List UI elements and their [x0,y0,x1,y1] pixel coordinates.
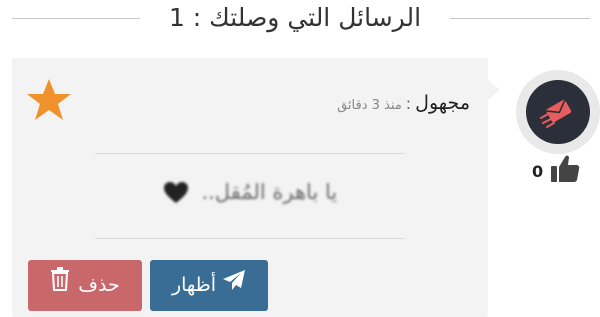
trash-icon [50,260,70,311]
thumbs-up-icon[interactable] [548,152,582,186]
message-divider-top [95,153,405,154]
page-title: الرسائل التي وصلتك : 1 [168,3,422,32]
avatar [516,70,600,154]
star-icon[interactable] [25,77,73,123]
message-body: يا باهرة المُقل.. [95,180,405,204]
message-divider-bottom [95,238,405,239]
paper-plane-icon [222,260,246,311]
avatar-circle [526,80,590,144]
heart-icon [163,182,188,203]
message-text: يا باهرة المُقل.. [201,180,338,204]
flying-envelope-icon [540,99,572,128]
meta-separator: : [405,94,412,113]
delete-button-label: حذف [78,274,120,296]
show-button[interactable]: أظهار [150,260,268,311]
sender-name: مجهول [415,92,470,114]
likes-count: 0 [532,162,544,181]
delete-button[interactable]: حذف [28,260,142,311]
message-time: منذ 3 دقائق [337,98,402,113]
show-button-label: أظهار [171,274,217,296]
likes[interactable]: 0 [528,152,588,186]
header-rule-left [12,18,140,19]
header-rule-right [450,18,590,19]
card-pointer [488,80,500,100]
message-meta: مجهول:منذ 3 دقائق [240,92,470,114]
section-header: الرسائل التي وصلتك : 1 [0,0,600,40]
